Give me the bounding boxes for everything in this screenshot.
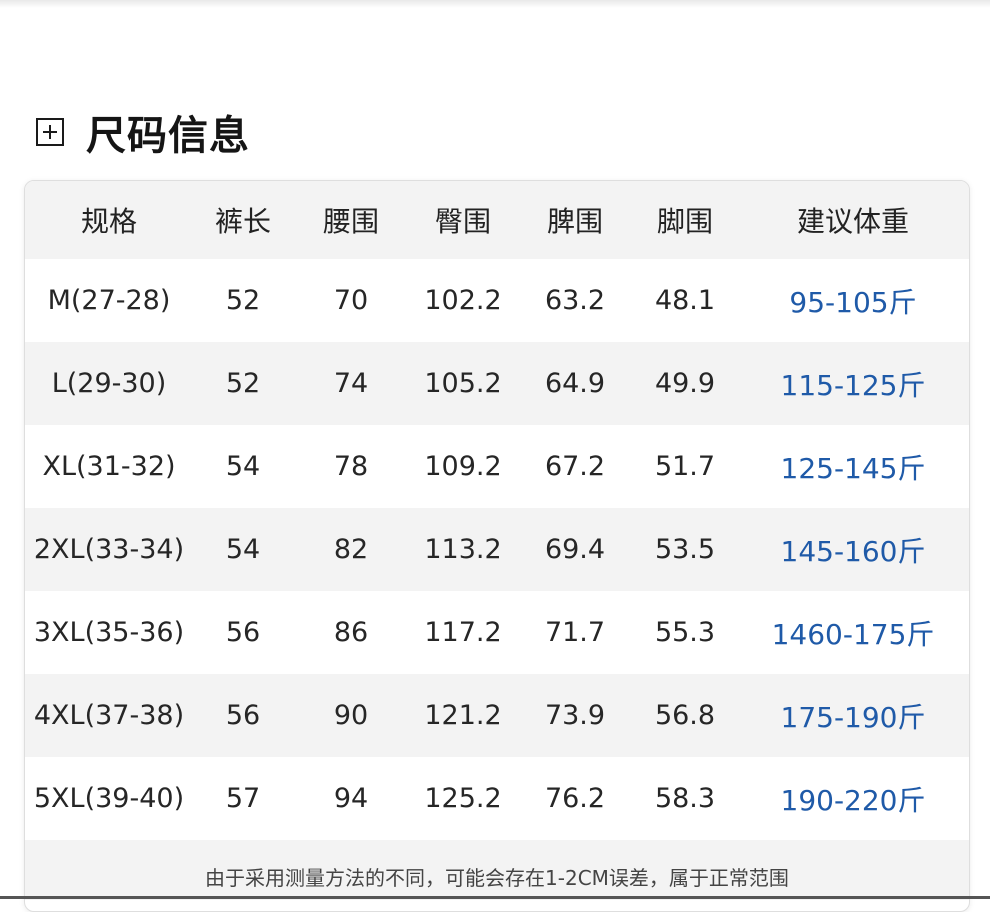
cell-spec: M(27-28)	[47, 285, 171, 316]
cell-spec: 3XL(35-36)	[33, 617, 185, 648]
cell-spec: XL(31-32)	[42, 451, 176, 482]
cell-spec: 5XL(39-40)	[33, 783, 185, 814]
cell-spec: 2XL(33-34)	[33, 534, 185, 565]
cell-spec: L(29-30)	[51, 368, 167, 399]
cell-thigh: 64.9	[544, 368, 606, 399]
size-table: 规格 裤长 腰围 臀围 脾围 脚围 建议体重 M(27-28) 52 70 10…	[24, 180, 970, 912]
cell-thigh: 69.4	[544, 534, 606, 565]
cell-spec: 4XL(37-38)	[33, 700, 185, 731]
cell-thigh: 73.9	[544, 700, 606, 731]
cell-weight: 95-105斤	[789, 285, 917, 319]
cell-pants-length: 56	[225, 700, 261, 731]
table-header-row: 规格 裤长 腰围 臀围 脾围 脚围 建议体重	[25, 181, 969, 259]
cell-hem: 48.1	[654, 285, 716, 316]
cell-hip: 109.2	[424, 451, 502, 482]
header-waist: 腰围	[322, 205, 379, 238]
table-row: 2XL(33-34) 54 82 113.2 69.4 53.5 145-160…	[25, 508, 969, 591]
cell-waist: 78	[333, 451, 369, 482]
measurement-note-row: 由于采用测量方法的不同，可能会存在1-2CM误差，属于正常范围	[25, 840, 969, 900]
cell-hem: 49.9	[654, 368, 716, 399]
cell-hem: 55.3	[654, 617, 716, 648]
header-spec: 规格	[80, 205, 137, 238]
cell-pants-length: 52	[225, 285, 261, 316]
table-row: 4XL(37-38) 56 90 121.2 73.9 56.8 175-190…	[25, 674, 969, 757]
measurement-note: 由于采用测量方法的不同，可能会存在1-2CM误差，属于正常范围	[205, 865, 789, 890]
cell-weight: 145-160斤	[780, 534, 926, 568]
cell-waist: 70	[333, 285, 369, 316]
cell-pants-length: 54	[225, 451, 261, 482]
cell-waist: 90	[333, 700, 369, 731]
cell-waist: 86	[333, 617, 369, 648]
cell-hip: 113.2	[424, 534, 502, 565]
cell-thigh: 71.7	[544, 617, 606, 648]
cell-hip: 102.2	[424, 285, 502, 316]
cell-weight: 125-145斤	[780, 451, 926, 485]
cell-waist: 82	[333, 534, 369, 565]
cell-thigh: 67.2	[544, 451, 606, 482]
cell-pants-length: 56	[225, 617, 261, 648]
cell-hip: 121.2	[424, 700, 502, 731]
page-title: 尺码信息	[86, 113, 250, 159]
table-row: L(29-30) 52 74 105.2 64.9 49.9 115-125斤	[25, 342, 969, 425]
cell-waist: 94	[333, 783, 369, 814]
cell-pants-length: 52	[225, 368, 261, 399]
cell-hip: 117.2	[424, 617, 502, 648]
table-row: 5XL(39-40) 57 94 125.2 76.2 58.3 190-220…	[25, 757, 969, 840]
cell-weight: 175-190斤	[780, 700, 926, 734]
table-row: 3XL(35-36) 56 86 117.2 71.7 55.3 1460-17…	[25, 591, 969, 674]
cell-hip: 105.2	[424, 368, 502, 399]
top-divider	[0, 0, 990, 8]
cell-hem: 56.8	[654, 700, 716, 731]
cell-hem: 51.7	[654, 451, 716, 482]
cell-weight: 115-125斤	[780, 368, 926, 402]
header-weight: 建议体重	[796, 205, 909, 238]
cell-weight: 1460-175斤	[771, 617, 935, 651]
header-hip: 臀围	[434, 205, 491, 238]
table-row: XL(31-32) 54 78 109.2 67.2 51.7 125-145斤	[25, 425, 969, 508]
cell-hem: 53.5	[654, 534, 716, 565]
cell-thigh: 63.2	[544, 285, 606, 316]
table-row: M(27-28) 52 70 102.2 63.2 48.1 95-105斤	[25, 259, 969, 342]
plus-square-icon[interactable]	[36, 118, 64, 146]
cell-waist: 74	[333, 368, 369, 399]
cell-hem: 58.3	[654, 783, 716, 814]
section-header: 尺码信息	[36, 104, 250, 160]
cell-pants-length: 54	[225, 534, 261, 565]
cell-thigh: 76.2	[544, 783, 606, 814]
header-pants-length: 裤长	[214, 205, 271, 238]
cell-weight: 190-220斤	[780, 783, 926, 817]
cell-pants-length: 57	[225, 783, 261, 814]
cell-hip: 125.2	[424, 783, 502, 814]
header-hem: 脚围	[656, 205, 713, 238]
header-thigh: 脾围	[546, 205, 603, 238]
